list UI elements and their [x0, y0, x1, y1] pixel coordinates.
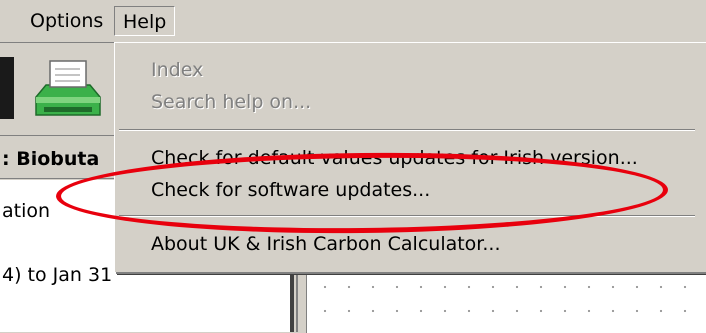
panel-text-line: 4) to Jan 31 [2, 264, 113, 286]
help-dropdown-menu: Index Search help on... Check for defaul… [114, 42, 706, 272]
menu-separator [119, 129, 695, 131]
menu-item-label: Index [151, 59, 204, 81]
menu-options[interactable]: Options [22, 6, 111, 36]
menu-item-label: Search help on... [151, 91, 312, 113]
menu-item-index[interactable]: Index [151, 59, 203, 81]
design-grid-panel[interactable] [306, 268, 706, 333]
panel-title: : Biobuta [0, 139, 120, 179]
menu-item-label: Check for default values updates for Iri… [151, 147, 638, 169]
menu-options-label: Options [30, 10, 104, 32]
menu-separator [119, 215, 695, 217]
menu-item-label: About UK & Irish Carbon Calculator... [151, 233, 501, 255]
menu-item-check-software-updates[interactable]: Check for software updates... [151, 179, 430, 201]
menu-item-label: Check for software updates... [151, 179, 431, 201]
printer-icon[interactable] [32, 57, 104, 123]
menu-bar: Options Help [0, 0, 706, 43]
menu-item-search-help[interactable]: Search help on... [151, 91, 311, 113]
panel-text-line: ation [2, 200, 51, 222]
menu-item-check-default-values[interactable]: Check for default values updates for Iri… [151, 147, 638, 169]
menu-help[interactable]: Help [114, 6, 176, 36]
menu-help-label: Help [123, 11, 167, 33]
menu-item-about[interactable]: About UK & Irish Carbon Calculator... [151, 233, 501, 255]
toolbar-button-partial[interactable] [0, 57, 14, 119]
